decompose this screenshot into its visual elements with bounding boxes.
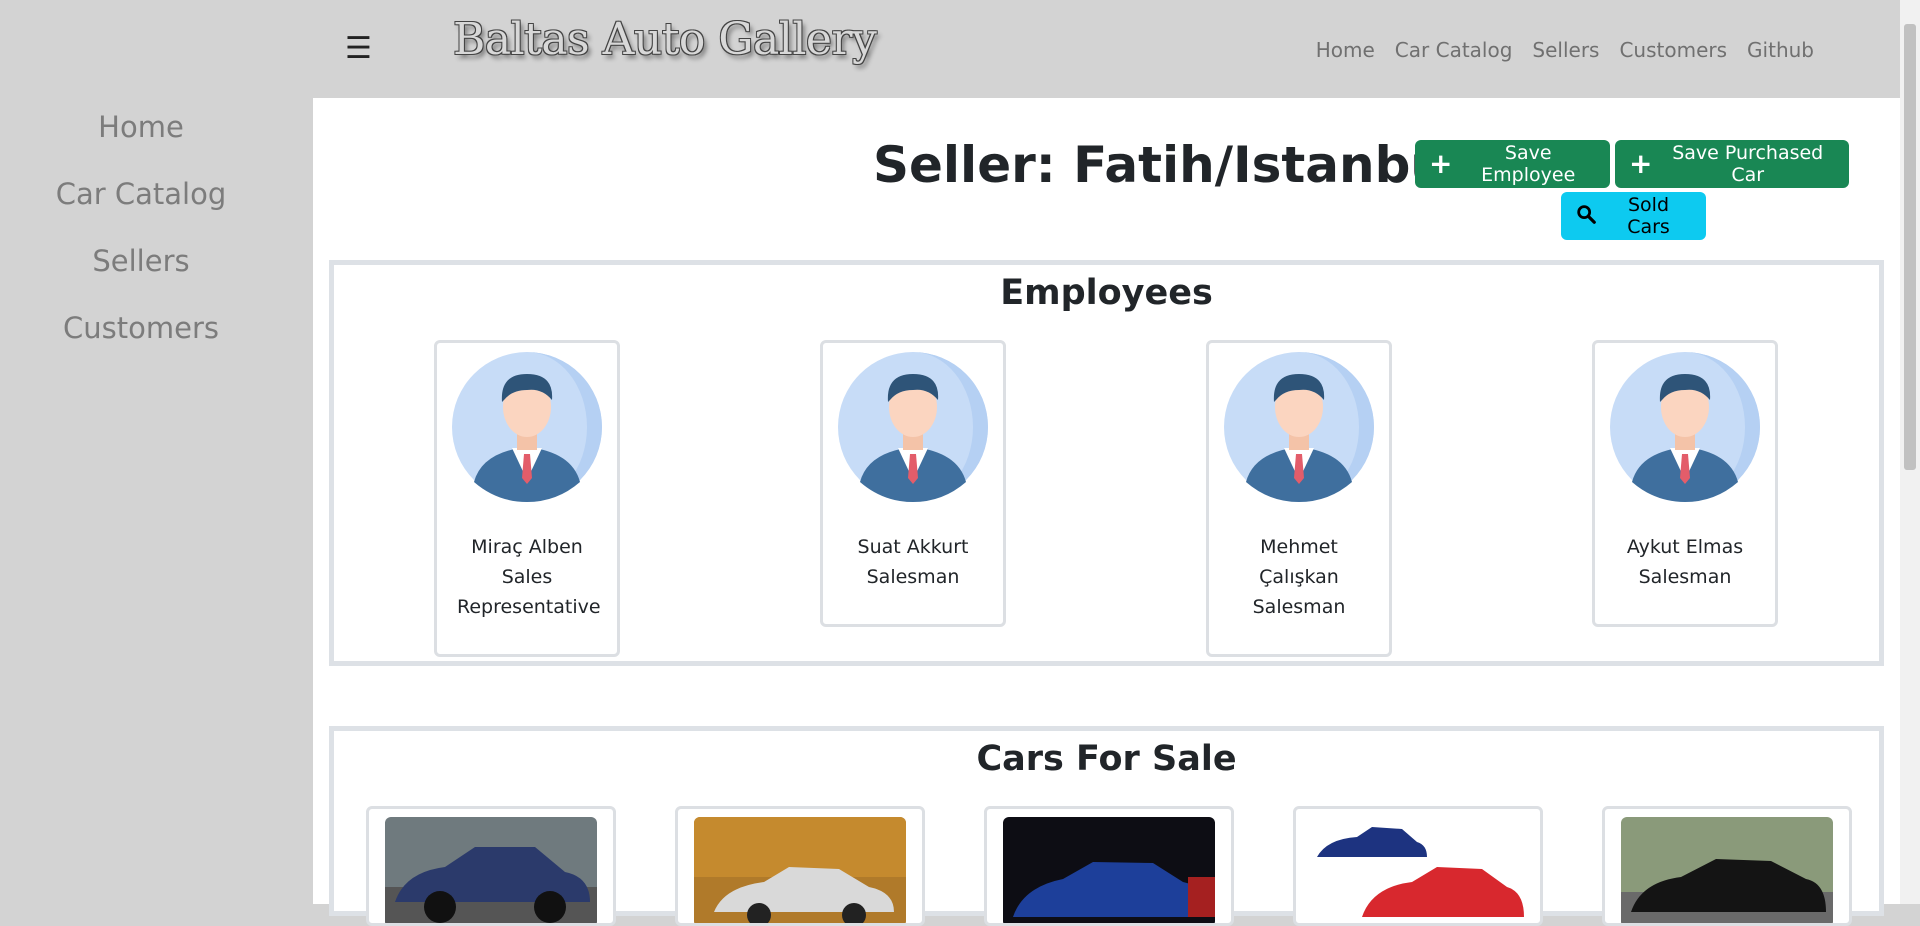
employee-card[interactable]: Aykut Elmas Salesman (1592, 340, 1778, 627)
car-image (1621, 817, 1833, 923)
car-card[interactable] (984, 806, 1234, 926)
save-purchased-car-label: Save Purchased Car (1672, 142, 1824, 186)
employees-section: Employees Miraç Alben Sales Representati… (329, 260, 1884, 666)
employees-title: Employees (1000, 273, 1213, 313)
save-purchased-car-button[interactable]: + Save Purchased Car (1615, 140, 1849, 188)
car-image (694, 817, 906, 923)
topnav-car-catalog[interactable]: Car Catalog (1395, 38, 1513, 62)
main-content: Seller: Fatih/Istanbul + Save Employee +… (313, 98, 1900, 926)
save-employee-label: Save Employee (1481, 142, 1576, 186)
car-image (385, 817, 597, 923)
topnav-github[interactable]: Github (1747, 38, 1814, 62)
employee-role: Salesman (1252, 596, 1346, 618)
save-employee-button[interactable]: + Save Employee (1415, 140, 1610, 188)
employee-role: Salesman (1638, 566, 1732, 588)
car-card[interactable] (366, 806, 616, 926)
employee-name: Miraç Alben (471, 536, 583, 558)
cars-for-sale-title: Cars For Sale (976, 739, 1237, 779)
employee-avatar-icon (452, 352, 602, 502)
plus-icon: + (1629, 147, 1653, 180)
hamburger-menu-icon[interactable]: ☰ (345, 34, 372, 64)
page-title: Seller: Fatih/Istanbul (873, 136, 1464, 194)
cars-for-sale-section: Cars For Sale (329, 726, 1884, 926)
brand-title: Baltas Auto Gallery (453, 14, 877, 65)
sidebar-item-car-catalog[interactable]: Car Catalog (0, 165, 282, 232)
sidebar-item-customers[interactable]: Customers (0, 299, 282, 366)
employee-role: Salesman (866, 566, 960, 588)
employee-name: Mehmet Çalışkan (1259, 536, 1339, 588)
employee-avatar-icon (1610, 352, 1760, 502)
search-icon (1575, 203, 1597, 230)
sidebar-item-sellers[interactable]: Sellers (0, 232, 282, 299)
employee-role: Sales Representative (457, 566, 601, 618)
topnav-home[interactable]: Home (1316, 38, 1375, 62)
top-nav-links: Home Car Catalog Sellers Customers Githu… (1316, 38, 1814, 62)
employee-avatar-icon (838, 352, 988, 502)
sidebar: Home Car Catalog Sellers Customers (0, 98, 282, 366)
car-card[interactable] (1293, 806, 1543, 926)
employee-card[interactable]: Miraç Alben Sales Representative (434, 340, 620, 657)
employee-name: Aykut Elmas (1626, 536, 1744, 558)
scrollbar-thumb[interactable] (1904, 24, 1916, 470)
topnav-sellers[interactable]: Sellers (1532, 38, 1599, 62)
employee-name: Suat Akkurt (857, 536, 969, 558)
employee-avatar-icon (1224, 352, 1374, 502)
plus-icon: + (1429, 147, 1453, 180)
car-card[interactable] (675, 806, 925, 926)
employee-card[interactable]: Mehmet Çalışkan Salesman (1206, 340, 1392, 657)
topnav-customers[interactable]: Customers (1619, 38, 1727, 62)
page-scrollbar[interactable] (1900, 0, 1920, 904)
employee-card[interactable]: Suat Akkurt Salesman (820, 340, 1006, 627)
car-image (1003, 817, 1215, 923)
car-image (1312, 817, 1524, 923)
sold-cars-label: Sold Cars (1627, 194, 1670, 238)
car-card[interactable] (1602, 806, 1852, 926)
top-navbar: ☰ Baltas Auto Gallery Home Car Catalog S… (0, 0, 1920, 98)
sold-cars-button[interactable]: Sold Cars (1561, 192, 1706, 240)
sidebar-item-home[interactable]: Home (0, 98, 282, 165)
